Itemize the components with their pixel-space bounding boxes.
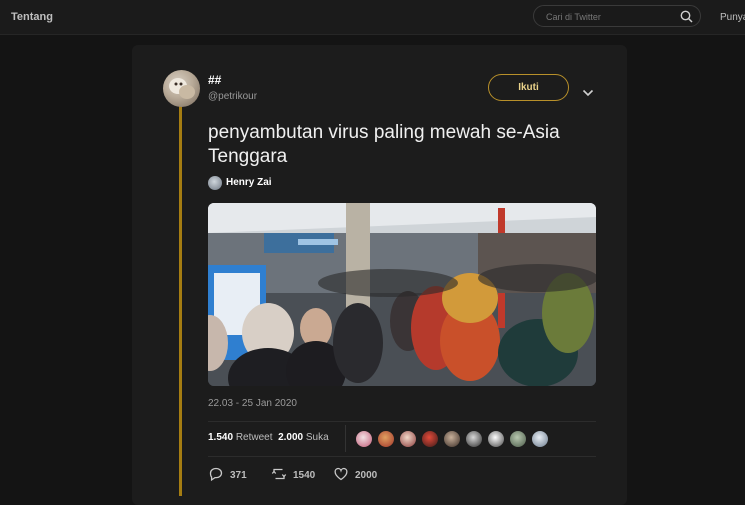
avatar[interactable] bbox=[163, 70, 200, 107]
search-input[interactable] bbox=[544, 9, 678, 25]
tweet-video[interactable] bbox=[208, 203, 596, 386]
stats-separator bbox=[345, 425, 346, 452]
tweet-timestamp[interactable]: 22.03 - 25 Jan 2020 bbox=[208, 398, 297, 409]
like-button[interactable]: 2000 bbox=[333, 466, 377, 486]
reply-count: 371 bbox=[230, 470, 247, 481]
retweet-button[interactable]: 1540 bbox=[271, 466, 315, 486]
divider bbox=[208, 421, 596, 422]
liker-avatar[interactable] bbox=[487, 430, 505, 448]
liker-avatar[interactable] bbox=[399, 430, 417, 448]
liker-avatar[interactable] bbox=[509, 430, 527, 448]
retweet-icon[interactable] bbox=[271, 468, 287, 486]
top-navigation-bar: Tentang Punya bbox=[0, 0, 745, 35]
chevron-down-icon[interactable] bbox=[582, 84, 594, 102]
reply-icon[interactable] bbox=[208, 467, 224, 486]
have-account-link[interactable]: Punya bbox=[720, 12, 745, 23]
author-name[interactable]: ## bbox=[208, 73, 221, 87]
author-handle[interactable]: @petrikour bbox=[208, 91, 257, 102]
reply-button[interactable]: 371 bbox=[208, 466, 247, 486]
thread-line bbox=[179, 106, 182, 496]
about-link[interactable]: Tentang bbox=[11, 11, 53, 23]
like-action-count: 2000 bbox=[355, 470, 378, 481]
mentioned-user-name[interactable]: Henry Zai bbox=[226, 177, 272, 188]
retweet-action-count: 1540 bbox=[293, 470, 316, 481]
like-label[interactable]: Suka bbox=[306, 432, 329, 443]
retweet-label[interactable]: Retweet bbox=[236, 432, 273, 443]
tweet-text: penyambutan virus paling mewah se-Asia T… bbox=[208, 122, 560, 167]
mentioned-user-avatar bbox=[208, 176, 222, 190]
tweet-stats: 1.540 Retweet 2.000 Suka bbox=[208, 432, 329, 443]
divider bbox=[208, 456, 596, 457]
liker-avatar[interactable] bbox=[377, 430, 395, 448]
follow-button[interactable]: Ikuti bbox=[488, 74, 569, 101]
like-count[interactable]: 2.000 bbox=[278, 432, 303, 443]
search-icon[interactable] bbox=[680, 10, 693, 28]
liker-avatar[interactable] bbox=[443, 430, 461, 448]
liker-avatar[interactable] bbox=[355, 430, 373, 448]
liker-avatar[interactable] bbox=[531, 430, 549, 448]
retweet-count[interactable]: 1.540 bbox=[208, 432, 233, 443]
search-box[interactable] bbox=[533, 5, 701, 27]
heart-icon[interactable] bbox=[333, 467, 349, 486]
liker-avatar[interactable] bbox=[465, 430, 483, 448]
liker-avatar[interactable] bbox=[421, 430, 439, 448]
